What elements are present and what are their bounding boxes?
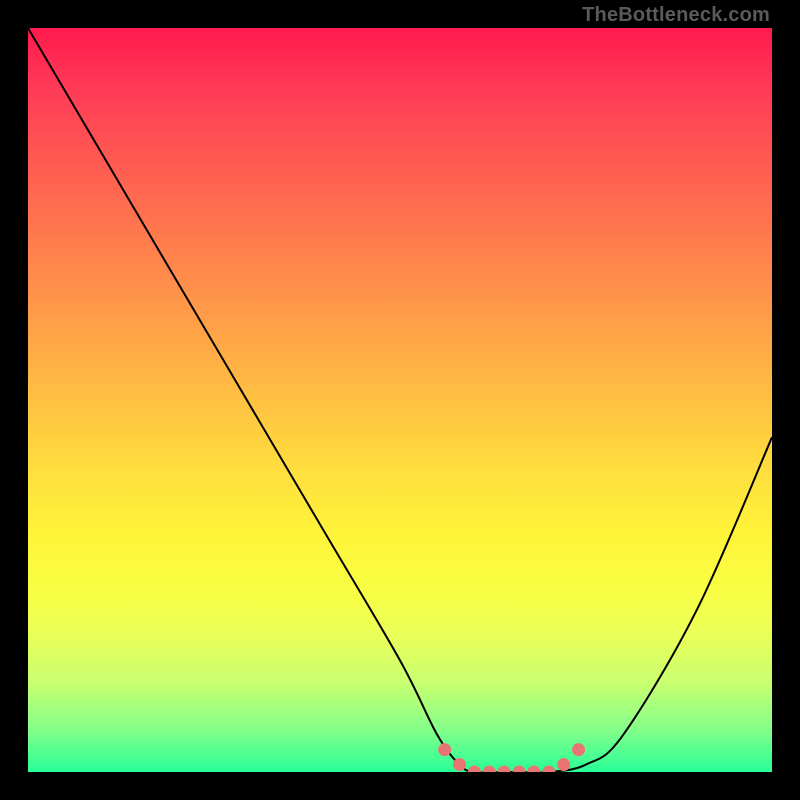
optimal-dot [527,766,540,773]
curve-svg [28,28,772,772]
optimal-dot [513,766,526,773]
optimal-zone-dots [438,743,585,772]
chart-frame: TheBottleneck.com [0,0,800,800]
bottleneck-curve [28,28,772,772]
watermark-text: TheBottleneck.com [582,4,770,27]
optimal-dot [542,766,555,773]
optimal-dot [468,766,481,773]
optimal-dot [453,758,466,771]
optimal-dot [498,766,511,773]
optimal-dot [557,758,570,771]
optimal-dot [483,766,496,773]
plot-area [28,28,772,772]
optimal-dot [572,743,585,756]
optimal-dot [438,743,451,756]
